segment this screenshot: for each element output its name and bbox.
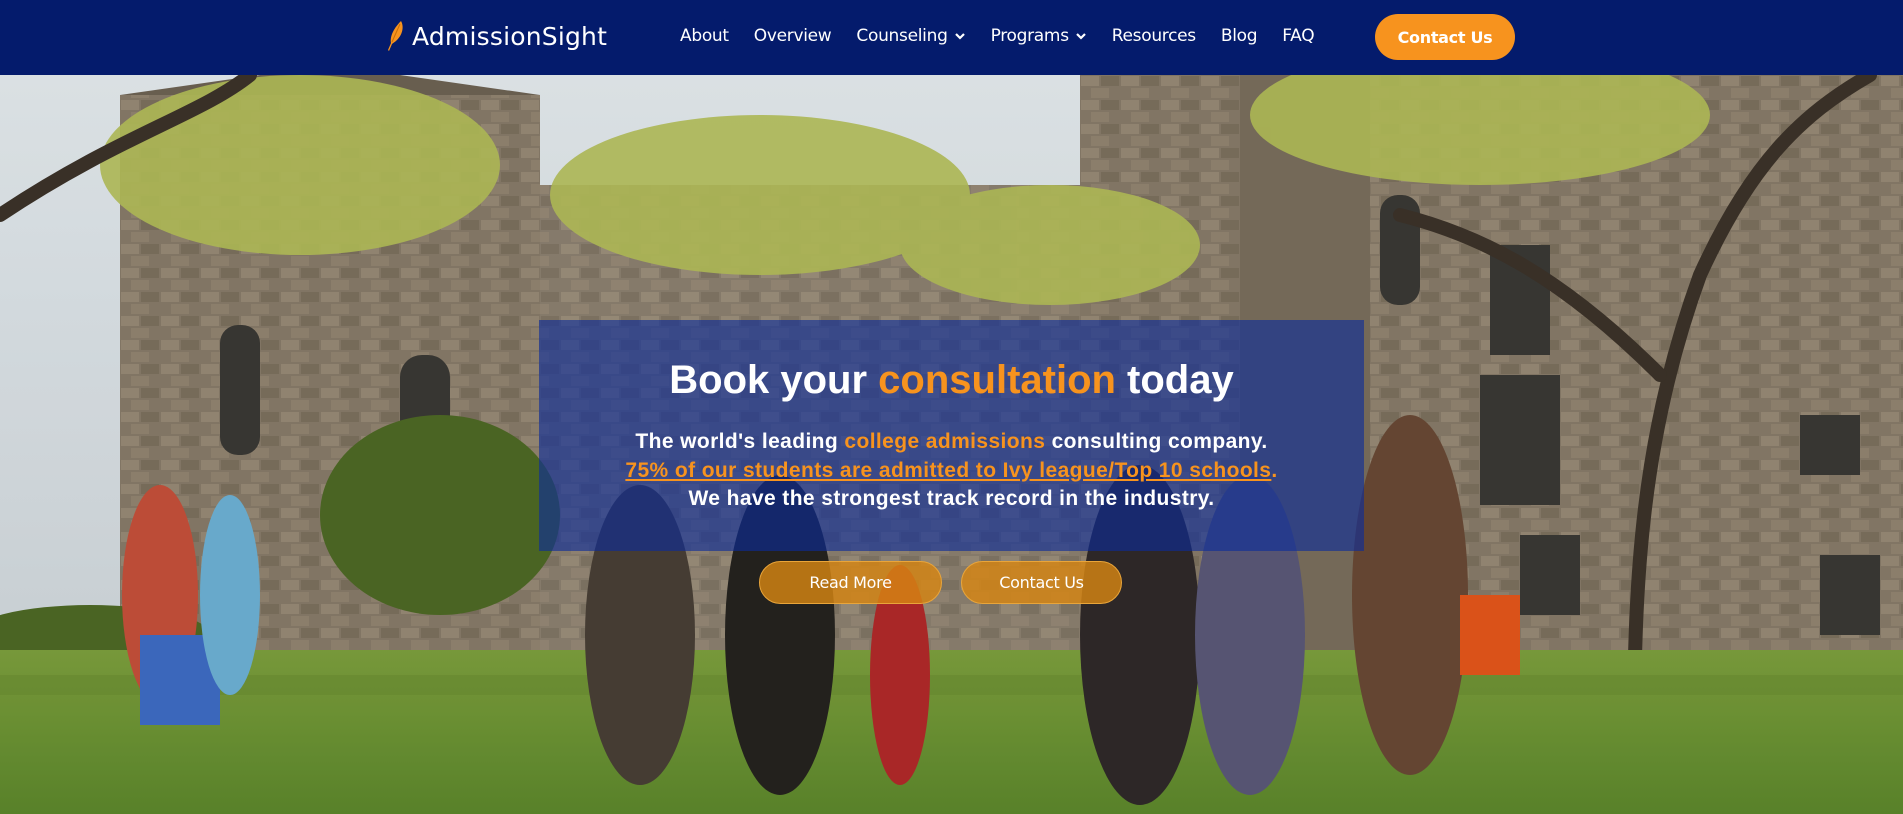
nav-item-blog[interactable]: Blog [1220, 26, 1258, 46]
nav-item-faq[interactable]: FAQ [1282, 26, 1314, 46]
line2-period: . [1271, 458, 1278, 482]
line1-text: The world's leading [635, 430, 845, 453]
nav-item-label: FAQ [1282, 26, 1315, 46]
nav-item-programs[interactable]: Programs [991, 26, 1087, 46]
nav-item-resources[interactable]: Resources [1112, 26, 1196, 46]
nav-item-counseling[interactable]: Counseling [856, 26, 965, 46]
brand-name: AdmissionSight [412, 21, 608, 51]
contact-us-button[interactable]: Contact Us [1375, 14, 1515, 60]
hero-subtext: The world's leading college admissions c… [539, 428, 1364, 514]
brand-logo[interactable]: AdmissionSight [386, 20, 607, 52]
line1-text-end: consulting company. [1045, 430, 1268, 453]
top-nav: AdmissionSight About Overview Counseling… [0, 0, 1903, 75]
headline-text-end: today [1115, 358, 1234, 402]
nav-item-label: Overview [753, 26, 832, 46]
nav-item-overview[interactable]: Overview [754, 26, 832, 46]
nav-item-label: Counseling [856, 26, 948, 46]
ivy-league-link[interactable]: 75% of our students are admitted to Ivy … [625, 459, 1271, 482]
hero-line-2: 75% of our students are admitted to Ivy … [539, 457, 1364, 486]
nav-item-about[interactable]: About [680, 26, 729, 46]
nav-item-label: About [680, 26, 729, 46]
headline-accent: consultation [878, 358, 1116, 402]
hero-line-3: We have the strongest track record in th… [688, 487, 1215, 510]
hero-panel: Book your consultation today The world's… [539, 320, 1364, 551]
nav-item-label: Resources [1111, 26, 1196, 46]
chevron-down-icon [1075, 33, 1086, 40]
main-menu: About Overview Counseling Programs Resou… [680, 26, 1315, 46]
hero-section: Book your consultation today The world's… [0, 75, 1903, 814]
nav-item-label: Blog [1220, 26, 1258, 46]
hero-headline: Book your consultation today [539, 358, 1364, 403]
feather-quill-icon [388, 21, 403, 51]
hero-contact-us-button[interactable]: Contact Us [961, 561, 1122, 604]
chevron-down-icon [954, 33, 965, 40]
hero-line-1: The world's leading college admissions c… [539, 428, 1364, 457]
read-more-button[interactable]: Read More [759, 561, 942, 604]
nav-item-label: Programs [990, 26, 1069, 46]
line1-accent: college admissions [844, 430, 1046, 453]
headline-text: Book your [669, 358, 879, 402]
